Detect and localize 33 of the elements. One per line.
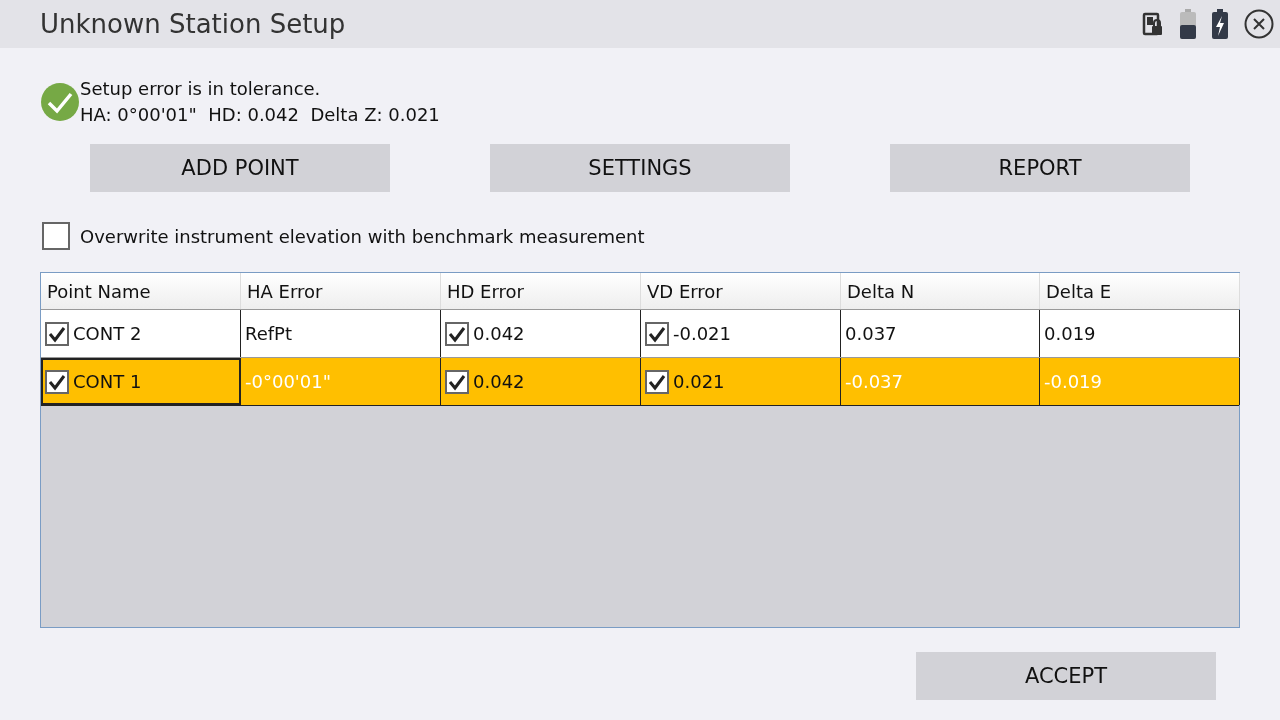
action-button[interactable]: REPORT: [890, 144, 1190, 192]
action-button[interactable]: SETTINGS: [490, 144, 790, 192]
table-cell: -0.019: [1044, 371, 1103, 392]
table-cell: 0.021: [673, 371, 725, 392]
table-row[interactable]: CONT 2 RefPt 0.042 -0.021 0.037 0.019: [41, 309, 1239, 357]
checkbox[interactable]: [42, 222, 70, 250]
checkbox[interactable]: [645, 369, 669, 394]
table-cell: CONT 2: [73, 323, 142, 344]
checkbox[interactable]: [445, 321, 469, 346]
checkbox[interactable]: [45, 369, 69, 394]
table-cell: -0.021: [673, 323, 732, 344]
accept-button[interactable]: ACCEPT: [916, 652, 1216, 700]
window-title: Unknown Station Setup: [40, 9, 346, 39]
setup-error-values: HA: 0°00'01" HD: 0.042 Delta Z: 0.021: [80, 103, 440, 127]
checkbox[interactable]: [45, 321, 69, 346]
checkbox-label: Overwrite instrument elevation with benchmark measurement: [80, 225, 645, 247]
table-cell: RefPt: [245, 323, 293, 344]
table-cell: 0.019: [1044, 323, 1096, 344]
close-icon[interactable]: [1244, 9, 1274, 39]
table-cell: 0.042: [473, 323, 525, 344]
table-cell: -0.037: [845, 371, 904, 392]
battery-charging-icon: [1212, 9, 1228, 39]
table-cell: -0°00'01": [245, 371, 331, 392]
table-row[interactable]: CONT 1 -0°00'01" 0.042 0.021 -0.037 -0.019: [41, 357, 1239, 406]
table-cell: CONT 1: [73, 371, 142, 392]
status-message: Setup error is in tolerance.: [80, 77, 322, 101]
checkbox[interactable]: [445, 369, 469, 394]
battery-icon: [1180, 9, 1196, 39]
device-lock-icon[interactable]: [1142, 12, 1164, 36]
action-button[interactable]: ADD POINT: [90, 144, 390, 192]
checkbox[interactable]: [645, 321, 669, 346]
table-cell: 0.037: [845, 323, 897, 344]
table-cell: 0.042: [473, 371, 525, 392]
